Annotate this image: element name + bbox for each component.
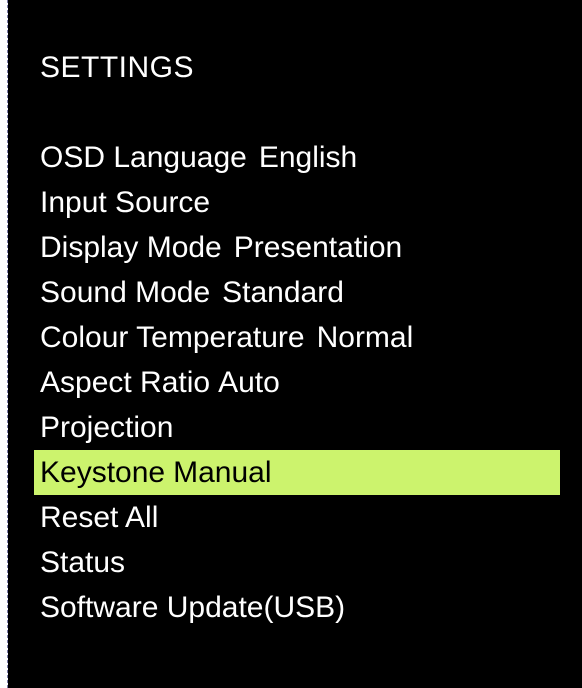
settings-title: SETTINGS <box>40 51 195 84</box>
menu-item-value: English <box>258 141 358 174</box>
menu-item-label: Input Source <box>40 186 211 219</box>
menu-item-value: Auto <box>218 366 280 399</box>
menu-item-label: Reset All <box>40 501 159 534</box>
menu-item-label: Status <box>40 546 126 579</box>
menu-item-label: Colour Temperature <box>40 321 305 354</box>
menu-item-label: Software Update(USB) <box>40 591 346 624</box>
menu-item-input-source[interactable]: Input Source <box>34 180 560 225</box>
menu-item-value: Manual <box>173 456 272 489</box>
menu-item-value: Standard <box>222 276 344 309</box>
menu-item-value: Presentation <box>233 231 403 264</box>
menu-item-aspect-ratio[interactable]: Aspect Ratio Auto <box>34 360 560 405</box>
menu-item-label: Sound Mode <box>40 276 211 309</box>
settings-menu-list: OSD Language English Input Source Display… <box>34 135 560 630</box>
settings-osd-panel: SETTINGS OSD Language English Input Sourc… <box>8 0 582 688</box>
left-edge-strip <box>0 0 8 688</box>
menu-item-sound-mode[interactable]: Sound Mode Standard <box>34 270 560 315</box>
menu-item-projection[interactable]: Projection <box>34 405 560 450</box>
menu-item-colour-temperature[interactable]: Colour Temperature Normal <box>34 315 560 360</box>
menu-item-software-update[interactable]: Software Update(USB) <box>34 585 560 630</box>
menu-item-status[interactable]: Status <box>34 540 560 585</box>
menu-item-value: Normal <box>316 321 414 354</box>
menu-item-label: Display Mode <box>40 231 222 264</box>
menu-item-label: Projection <box>40 411 174 444</box>
menu-item-label: Aspect Ratio <box>40 366 211 399</box>
menu-item-display-mode[interactable]: Display Mode Presentation <box>34 225 560 270</box>
menu-item-osd-language[interactable]: OSD Language English <box>34 135 560 180</box>
menu-item-keystone[interactable]: Keystone Manual <box>34 450 560 495</box>
menu-item-label: Keystone <box>40 456 166 489</box>
menu-item-label: OSD Language <box>40 141 247 174</box>
menu-item-reset-all[interactable]: Reset All <box>34 495 560 540</box>
